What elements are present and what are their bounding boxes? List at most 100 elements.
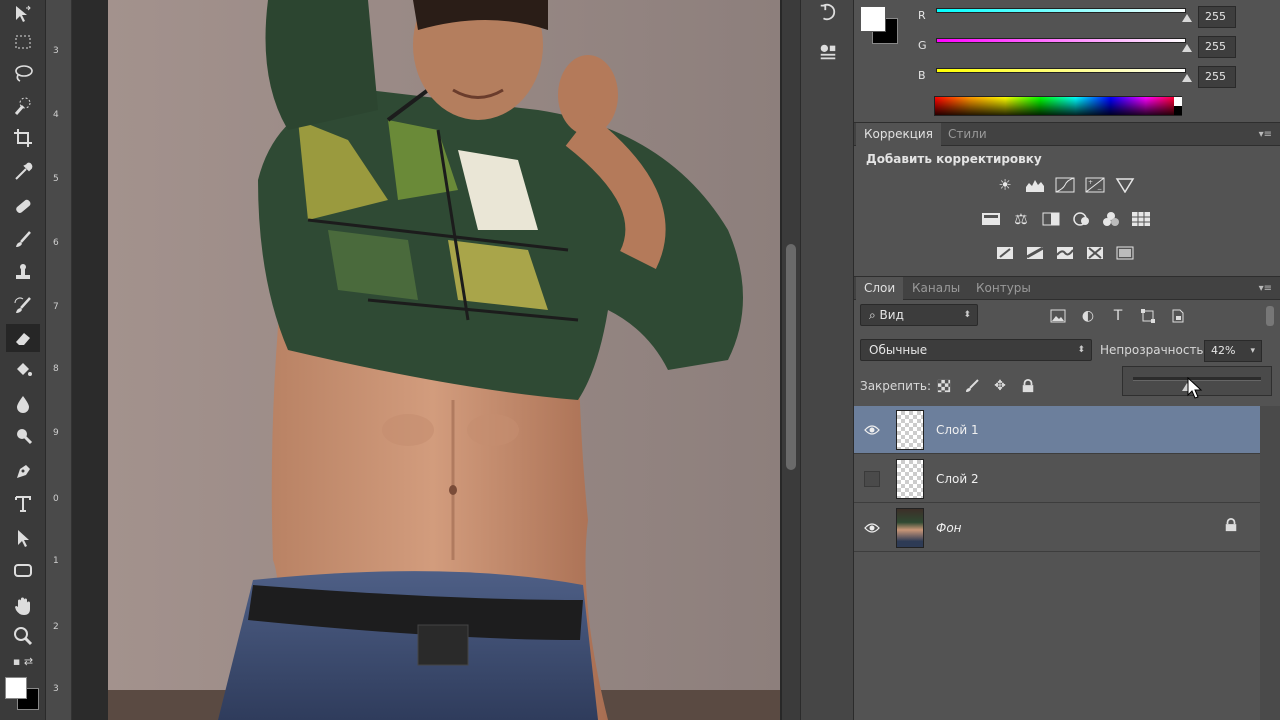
filter-smart-objects-icon[interactable] (1168, 306, 1188, 326)
blue-slider[interactable] (936, 68, 1186, 73)
lock-all-icon[interactable] (1018, 376, 1038, 396)
eyedropper-tool-icon[interactable] (6, 158, 40, 186)
blend-mode-value: Обычные (869, 343, 928, 357)
black-white-icon[interactable] (1040, 208, 1062, 230)
lock-transparent-pixels-icon[interactable] (934, 376, 954, 396)
eraser-tool-icon[interactable] (6, 324, 40, 352)
filter-type-layers-icon[interactable]: T (1108, 306, 1128, 326)
blue-slider-thumb[interactable] (1182, 74, 1192, 82)
color-balance-icon[interactable]: ⚖ (1010, 208, 1032, 230)
layer-name[interactable]: Фон (936, 521, 962, 535)
dodge-tool-icon[interactable] (6, 422, 40, 450)
blur-tool-icon[interactable] (6, 390, 40, 418)
filter-shape-layers-icon[interactable] (1138, 306, 1158, 326)
layer-row[interactable]: Слой 1 (854, 406, 1260, 454)
clone-stamp-tool-icon[interactable] (6, 258, 40, 286)
default-colors-icon[interactable]: ▪ ⇄ (6, 652, 40, 670)
curves-icon[interactable] (1054, 174, 1076, 196)
hue-saturation-icon[interactable] (980, 208, 1002, 230)
red-slider-thumb[interactable] (1182, 14, 1192, 22)
lock-position-icon[interactable]: ✥ (990, 376, 1010, 396)
layer-thumbnail (896, 508, 924, 548)
photo-filter-icon[interactable] (1070, 208, 1092, 230)
red-slider[interactable] (936, 8, 1186, 13)
eye-icon[interactable] (862, 420, 882, 440)
layer-name[interactable]: Слой 2 (936, 472, 979, 486)
spectrum-black-white[interactable] (1174, 97, 1182, 115)
type-tool-icon[interactable] (6, 490, 40, 518)
selective-color-icon[interactable] (1084, 242, 1106, 264)
panel-menu-icon[interactable]: ▾≡ (1259, 129, 1272, 140)
layer-name[interactable]: Слой 1 (936, 423, 979, 437)
channel-label-r: R (918, 9, 926, 22)
green-slider-thumb[interactable] (1182, 44, 1192, 52)
collapsed-panel-dock (800, 0, 854, 720)
filter-toggle-switch[interactable] (1266, 306, 1274, 326)
tab-adjustments[interactable]: Коррекция (856, 123, 941, 146)
color-lookup-icon[interactable] (1130, 208, 1152, 230)
brightness-icon[interactable]: ☀ (994, 174, 1016, 196)
move-tool-icon[interactable] (6, 0, 40, 28)
tab-channels[interactable]: Каналы (904, 277, 968, 300)
crop-tool-icon[interactable] (6, 124, 40, 152)
levels-icon[interactable] (1024, 174, 1046, 196)
rectangle-tool-icon[interactable] (6, 556, 40, 584)
history-panel-icon[interactable] (816, 0, 840, 24)
eye-icon[interactable] (862, 518, 882, 538)
channel-mixer-icon[interactable] (1100, 208, 1122, 230)
lasso-tool-icon[interactable] (6, 60, 40, 88)
canvas-scroll-thumb[interactable] (786, 244, 796, 470)
red-value-field[interactable]: 255 (1198, 6, 1236, 28)
vibrance-icon[interactable] (1114, 174, 1136, 196)
tab-layers[interactable]: Слои (856, 277, 904, 300)
visibility-toggle-off[interactable] (864, 471, 880, 487)
pen-tool-icon[interactable] (6, 458, 40, 486)
tab-styles[interactable]: Стили (940, 123, 995, 146)
marquee-tool-icon[interactable] (6, 28, 40, 56)
zoom-tool-icon[interactable] (6, 622, 40, 650)
layer-row[interactable]: Слой 2 (854, 455, 1260, 503)
paint-bucket-tool-icon[interactable] (6, 356, 40, 384)
lock-image-pixels-icon[interactable] (962, 376, 982, 396)
color-spectrum-ramp[interactable] (934, 96, 1182, 116)
adjustments-tabbar: Коррекция Стили ▾≡ (854, 122, 1280, 146)
hand-tool-icon[interactable] (6, 592, 40, 620)
foreground-color-swatch[interactable] (5, 677, 27, 699)
brush-tool-icon[interactable] (6, 226, 40, 254)
green-value-field[interactable]: 255 (1198, 36, 1236, 58)
filter-pixel-layers-icon[interactable] (1048, 306, 1068, 326)
blend-mode-select[interactable]: Обычные ⬍ (860, 339, 1092, 361)
tab-paths[interactable]: Контуры (968, 277, 1039, 300)
panel-menu-icon[interactable]: ▾≡ (1259, 283, 1272, 294)
blue-value-field[interactable]: 255 (1198, 66, 1236, 88)
quick-selection-tool-icon[interactable] (6, 92, 40, 120)
ruler-number: 3 (53, 684, 59, 694)
photo-image[interactable] (108, 0, 780, 720)
layers-tabbar: Слои Каналы Контуры ▾≡ (854, 276, 1280, 300)
layer-filter-select[interactable]: ⌕ Вид ⬍ (860, 304, 978, 326)
updown-arrow-icon: ⬍ (1077, 345, 1085, 355)
filter-label: Вид (879, 308, 904, 322)
history-brush-tool-icon[interactable] (6, 292, 40, 320)
foreground-color-swatch[interactable] (860, 6, 886, 32)
green-slider[interactable] (936, 38, 1186, 43)
gradient-map-icon[interactable] (1114, 242, 1136, 264)
properties-panel-icon[interactable] (816, 40, 840, 64)
ruler-number: 2 (53, 622, 59, 632)
exposure-icon[interactable]: + − (1084, 174, 1106, 196)
filter-adjustment-layers-icon[interactable]: ◐ (1078, 306, 1098, 326)
dropdown-arrow-icon[interactable]: ▾ (1250, 341, 1255, 361)
tools-toolbar: ▪ ⇄ (0, 0, 46, 720)
layers-scrollbar[interactable] (1260, 406, 1280, 720)
canvas-vertical-scrollbar[interactable] (782, 0, 800, 720)
layer-row[interactable]: Фон (854, 504, 1260, 552)
opacity-field[interactable]: 42% ▾ (1204, 340, 1262, 362)
threshold-icon[interactable] (1054, 242, 1076, 264)
mouse-cursor-icon (1187, 377, 1203, 399)
path-selection-tool-icon[interactable] (6, 524, 40, 552)
invert-icon[interactable] (994, 242, 1016, 264)
svg-text:−: − (1097, 186, 1102, 193)
posterize-icon[interactable] (1024, 242, 1046, 264)
lock-icon[interactable] (1224, 518, 1240, 536)
healing-brush-tool-icon[interactable] (6, 192, 40, 220)
